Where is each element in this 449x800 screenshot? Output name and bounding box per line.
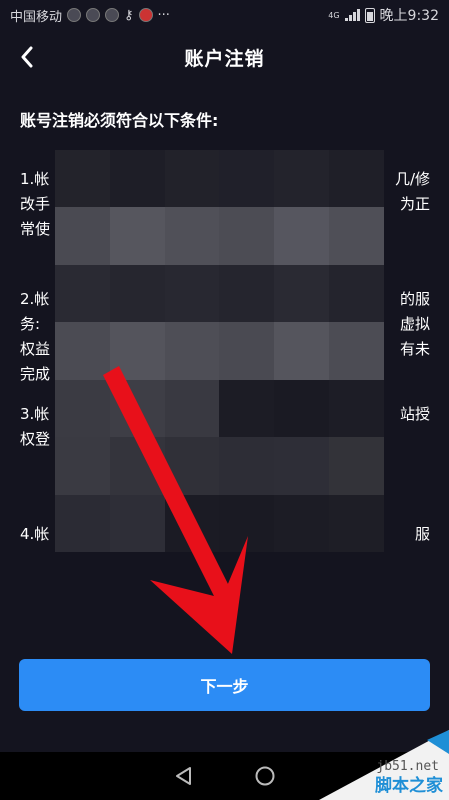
- mosaic-tile: [219, 379, 275, 438]
- mosaic-tile: [274, 437, 330, 495]
- nav-back-icon[interactable]: [174, 766, 194, 786]
- condition-text: 4.帐: [20, 525, 50, 543]
- mosaic-tile: [109, 150, 165, 208]
- app-notification-icon: [86, 8, 101, 22]
- mosaic-tile: [219, 322, 275, 380]
- conditions-heading: 账号注销必须符合以下条件:: [20, 111, 219, 130]
- condition-text: 3.帐: [20, 405, 50, 423]
- mosaic-tile: [329, 379, 384, 438]
- app-notification-icon: [138, 8, 153, 22]
- mosaic-tile: [55, 494, 110, 552]
- mosaic-tile: [274, 322, 330, 380]
- mosaic-tile: [329, 322, 384, 380]
- mosaic-tile: [274, 207, 330, 265]
- condition-text: 几/修: [394, 170, 430, 188]
- mosaic-tile: [274, 150, 330, 208]
- watermark-site: 脚本之家: [375, 776, 443, 796]
- back-button[interactable]: [12, 42, 42, 72]
- condition-text: 1.帐: [20, 170, 50, 188]
- key-icon: ⚷: [124, 7, 134, 23]
- mosaic-tile: [164, 264, 220, 323]
- network-type: 4G: [328, 10, 340, 20]
- mosaic-tile: [109, 437, 165, 495]
- nav-home-icon[interactable]: [254, 765, 276, 787]
- condition-text: 权登: [20, 430, 51, 448]
- mosaic-tile: [164, 379, 220, 438]
- watermark: jb51.net 脚本之家: [309, 730, 449, 800]
- condition-text: 常使: [20, 220, 51, 238]
- notification-icon: [67, 8, 82, 22]
- mosaic-tile: [329, 264, 384, 323]
- privacy-mosaic: [55, 150, 384, 552]
- mosaic-tile: [274, 494, 330, 552]
- mosaic-tile: [109, 379, 165, 438]
- condition-text: 为正: [399, 195, 430, 213]
- mosaic-tile: [219, 150, 275, 208]
- condition-text: 虚拟: [399, 315, 430, 333]
- carrier-label: 中国移动: [10, 9, 63, 25]
- mosaic-tile: [109, 207, 165, 265]
- mosaic-tile: [55, 207, 110, 265]
- mosaic-tile: [55, 322, 110, 380]
- condition-text: 的服: [399, 290, 430, 308]
- condition-text: 2.帐: [20, 290, 50, 308]
- app-notification-icon: [105, 8, 120, 22]
- condition-text: 服: [414, 525, 430, 543]
- nav-bar: 账户注销: [0, 30, 449, 85]
- mosaic-tile: [274, 264, 330, 323]
- mosaic-tile: [164, 322, 220, 380]
- mosaic-tile: [219, 207, 275, 265]
- status-right: 4G 晚上9:32: [328, 5, 439, 25]
- condition-text: 权益: [20, 340, 51, 358]
- mosaic-tile: [164, 437, 220, 495]
- clock: 晚上9:32: [379, 8, 439, 24]
- condition-text: 务:: [20, 315, 41, 333]
- next-step-button[interactable]: 下一步: [19, 659, 430, 711]
- mosaic-tile: [329, 494, 384, 552]
- mosaic-tile: [164, 494, 220, 552]
- mosaic-tile: [219, 437, 275, 495]
- mosaic-tile: [329, 437, 384, 495]
- condition-text: 站授: [399, 405, 430, 423]
- condition-text: 改手: [20, 195, 51, 213]
- mosaic-tile: [329, 207, 384, 265]
- mosaic-tile: [55, 379, 110, 438]
- condition-text: 有未: [399, 340, 430, 358]
- more-icon: ···: [157, 7, 170, 23]
- mosaic-tile: [109, 264, 165, 323]
- mosaic-tile: [55, 264, 110, 323]
- mosaic-tile: [219, 494, 275, 552]
- mosaic-tile: [55, 437, 110, 495]
- status-left: 中国移动 ⚷ ···: [10, 6, 170, 25]
- mosaic-tile: [274, 379, 330, 438]
- condition-text: 完成: [20, 365, 51, 383]
- battery-icon: [364, 7, 375, 23]
- mosaic-tile: [164, 150, 220, 208]
- mosaic-tile: [55, 150, 110, 208]
- mosaic-tile: [109, 494, 165, 552]
- back-arrow-icon: [21, 46, 33, 68]
- mosaic-tile: [329, 150, 384, 208]
- mosaic-tile: [219, 264, 275, 323]
- page-title: 账户注销: [184, 48, 265, 70]
- mosaic-tile: [109, 322, 165, 380]
- status-bar: 中国移动 ⚷ ··· 4G 晚上9:32: [0, 0, 449, 30]
- signal-icon: [344, 9, 360, 21]
- mosaic-tile: [164, 207, 220, 265]
